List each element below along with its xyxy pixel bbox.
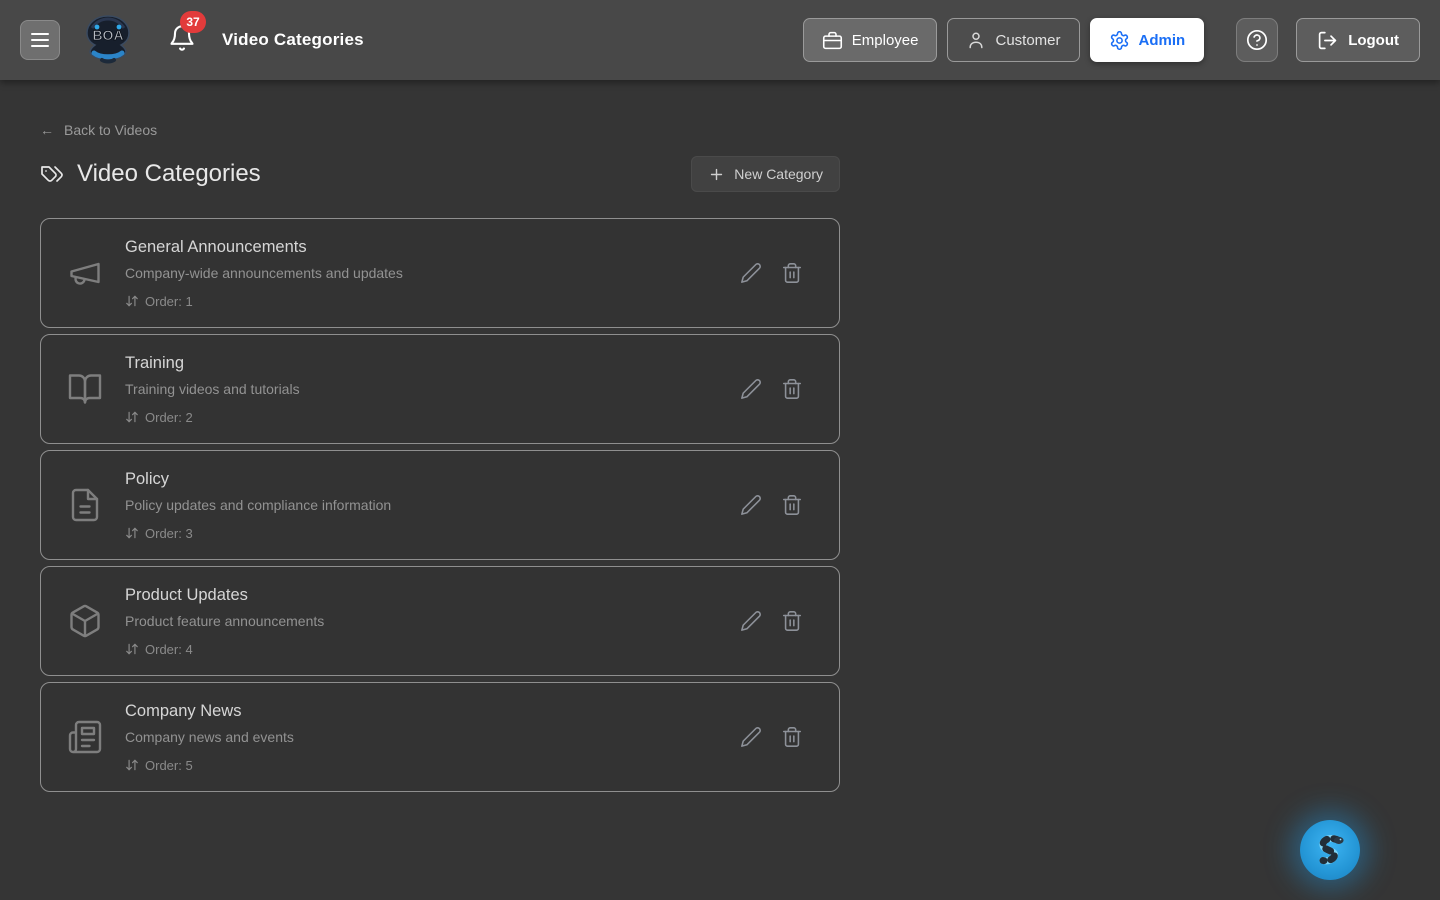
category-order: Order: 4 [125,642,324,657]
arrow-down-up-icon [125,758,139,772]
category-order: Order: 5 [125,758,294,773]
edit-category-button[interactable] [740,493,764,517]
delete-category-button[interactable] [781,725,805,749]
header-actions: Employee Customer Admin [793,18,1420,62]
category-description: Policy updates and compliance informatio… [125,497,391,513]
snake-assistant-fab[interactable] [1300,820,1360,880]
arrow-left-icon: ← [40,122,54,138]
category-order: Order: 1 [125,294,403,309]
file-text-icon [67,487,103,523]
category-title: General Announcements [125,238,403,257]
trash-icon [781,378,803,400]
hamburger-icon [31,33,49,35]
svg-text:BOA: BOA [92,27,123,43]
logout-button[interactable]: Logout [1296,18,1420,62]
trash-icon [781,494,803,516]
boa-logo: BOA [82,13,134,67]
logout-label: Logout [1348,32,1399,49]
role-label: Employee [852,32,919,49]
tags-icon [40,162,64,186]
edit-category-button[interactable] [740,261,764,285]
new-category-button[interactable]: New Category [691,156,840,192]
notification-badge: 37 [180,11,206,33]
gear-icon [1109,30,1130,51]
app-title: Video Categories [222,30,364,50]
category-description: Company news and events [125,729,294,745]
role-label: Admin [1139,32,1186,49]
category-description: Company-wide announcements and updates [125,265,403,281]
heading-row: Video Categories New Category [40,156,840,192]
notifications-button[interactable]: 37 [168,23,198,57]
delete-category-button[interactable] [781,493,805,517]
edit-category-button[interactable] [740,377,764,401]
arrow-down-up-icon [125,294,139,308]
trash-icon [781,610,803,632]
plus-icon [708,166,725,183]
top-bar: BOA 37 Video Categories Employee Custome… [0,0,1440,80]
category-title: Company News [125,702,294,721]
user-icon [966,30,986,50]
pencil-icon [740,494,762,516]
package-icon [67,603,103,639]
edit-category-button[interactable] [740,609,764,633]
trash-icon [781,726,803,748]
edit-category-button[interactable] [740,725,764,749]
question-circle-icon [1245,28,1269,52]
pencil-icon [740,378,762,400]
category-description: Training videos and tutorials [125,381,300,397]
category-title: Policy [125,470,391,489]
category-card-training[interactable]: Training Training videos and tutorials O… [40,334,840,444]
briefcase-icon [822,30,843,51]
newspaper-icon [67,719,103,755]
category-list: General Announcements Company-wide annou… [40,218,1440,792]
snake-icon [1309,829,1351,871]
arrow-down-up-icon [125,526,139,540]
help-button[interactable] [1236,18,1278,62]
menu-button[interactable] [20,20,60,60]
arrow-down-up-icon [125,642,139,656]
category-card-general-announcements[interactable]: General Announcements Company-wide annou… [40,218,840,328]
category-card-policy[interactable]: Policy Policy updates and compliance inf… [40,450,840,560]
main-content: ← Back to Videos Video Categories New Ca… [0,80,1440,792]
pencil-icon [740,726,762,748]
book-open-icon [67,371,103,407]
category-title: Training [125,354,300,373]
category-order: Order: 3 [125,526,391,541]
pencil-icon [740,610,762,632]
category-card-company-news[interactable]: Company News Company news and events Ord… [40,682,840,792]
arrow-down-up-icon [125,410,139,424]
trash-icon [781,262,803,284]
role-button-employee[interactable]: Employee [803,18,938,62]
role-button-customer[interactable]: Customer [947,18,1079,62]
role-label: Customer [995,32,1060,49]
delete-category-button[interactable] [781,609,805,633]
category-title: Product Updates [125,586,324,605]
pencil-icon [740,262,762,284]
back-to-videos-link[interactable]: ← Back to Videos [40,122,157,138]
logout-icon [1317,30,1338,51]
category-card-product-updates[interactable]: Product Updates Product feature announce… [40,566,840,676]
role-button-admin[interactable]: Admin [1090,18,1205,62]
delete-category-button[interactable] [781,261,805,285]
page-title: Video Categories [40,160,261,188]
category-order: Order: 2 [125,410,300,425]
megaphone-icon [67,255,103,291]
category-description: Product feature announcements [125,613,324,629]
delete-category-button[interactable] [781,377,805,401]
